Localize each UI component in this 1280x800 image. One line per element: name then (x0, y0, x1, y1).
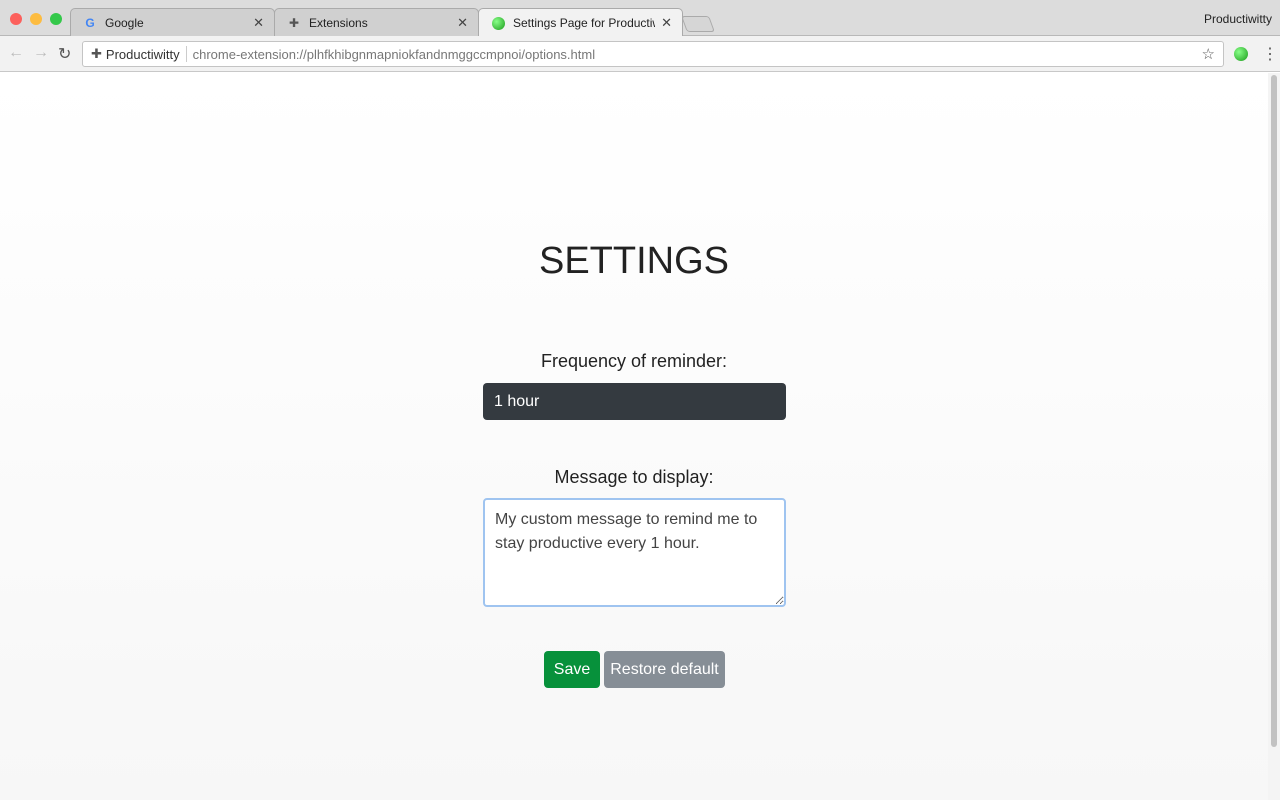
window-controls (10, 13, 62, 25)
puzzle-icon: ✚ (288, 15, 300, 30)
new-tab-button[interactable] (681, 16, 715, 32)
close-tab-icon[interactable]: ✕ (661, 15, 672, 31)
url-text[interactable]: chrome-extension://plhfkhibgnmapniokfand… (193, 47, 596, 62)
frequency-select[interactable]: 1 hour (483, 383, 786, 420)
close-window-button[interactable] (10, 13, 22, 25)
site-chip[interactable]: ✚ Productiwitty (91, 46, 187, 62)
back-icon[interactable]: ← (8, 44, 24, 62)
restore-default-button[interactable]: Restore default (604, 651, 725, 688)
scrollbar-thumb[interactable] (1271, 75, 1277, 747)
message-label: Message to display: (554, 467, 714, 487)
settings-page: SETTINGS Frequency of reminder: 1 hour M… (0, 73, 1268, 800)
tab-bar: G Google ✕ ✚ Extensions ✕ Settings Page … (0, 0, 1280, 37)
tab-extensions[interactable]: ✚ Extensions ✕ (274, 8, 479, 36)
close-tab-icon[interactable]: ✕ (253, 15, 264, 31)
maximize-window-button[interactable] (50, 13, 62, 25)
page-title: SETTINGS (538, 240, 730, 282)
extension-icon[interactable] (1234, 47, 1248, 61)
bookmark-star-icon[interactable]: ☆ (1202, 45, 1215, 63)
menu-kebab-icon[interactable]: ⋮ (1262, 44, 1278, 64)
google-icon: G (85, 15, 95, 30)
minimize-window-button[interactable] (30, 13, 42, 25)
scrollbar[interactable] (1268, 73, 1280, 800)
message-textarea[interactable]: My custom message to remind me to stay p… (483, 498, 786, 607)
profile-name[interactable]: Productiwitty (1204, 12, 1272, 26)
extension-ball-icon (491, 16, 505, 30)
address-bar[interactable]: ✚ Productiwitty chrome-extension://plhfkh… (82, 41, 1224, 67)
tab-google[interactable]: G Google ✕ (70, 8, 275, 36)
toolbar: ← → ↻ ✚ Productiwitty chrome-extension://… (0, 36, 1280, 72)
save-button[interactable]: Save (544, 651, 600, 688)
tab-settings[interactable]: Settings Page for Productiwitty ✕ (478, 8, 683, 37)
frequency-label: Frequency of reminder: (540, 351, 728, 371)
close-tab-icon[interactable]: ✕ (457, 15, 468, 31)
forward-icon[interactable]: → (33, 44, 49, 62)
reload-icon[interactable]: ↻ (58, 44, 71, 64)
puzzle-icon: ✚ (91, 46, 102, 61)
